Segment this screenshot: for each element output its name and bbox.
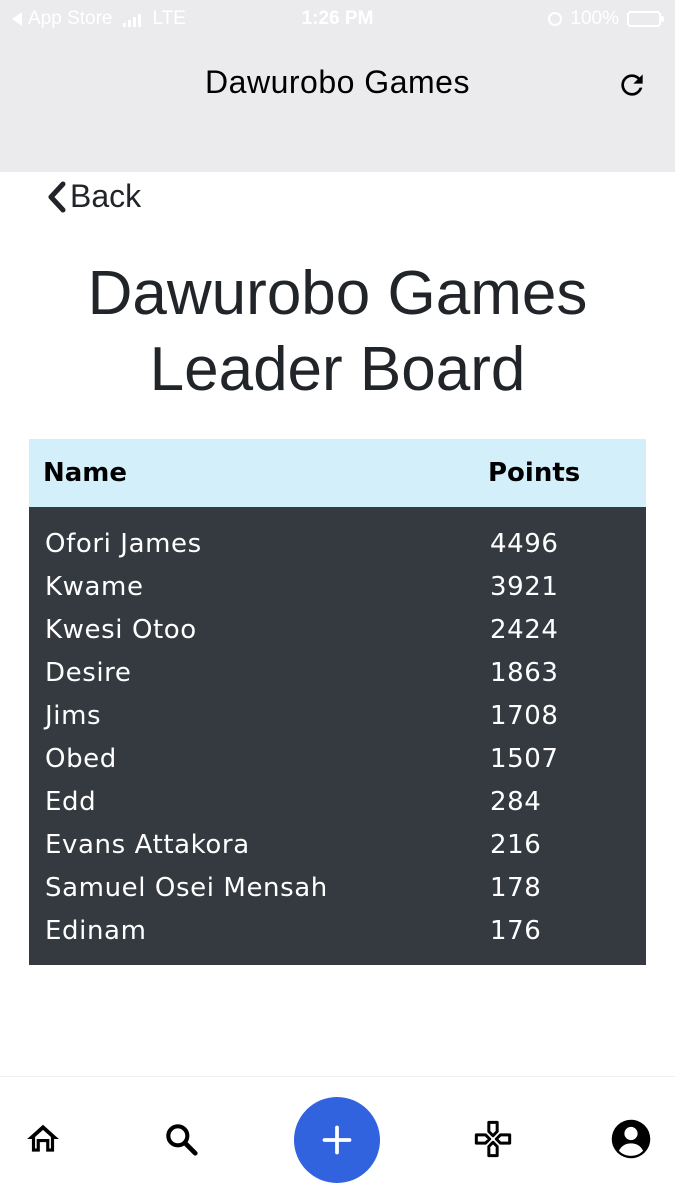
bottom-tab-bar <box>0 1076 675 1201</box>
player-points: 176 <box>490 915 542 946</box>
refresh-icon <box>621 74 643 96</box>
table-row: Edinam 176 <box>29 909 646 965</box>
home-icon <box>27 1124 59 1152</box>
leaderboard-table: Name Points Ofori James 4496 Kwame 3921 Kw… <box>29 439 646 965</box>
table-header-row: Name Points <box>29 439 646 507</box>
page-title-line-2: Leader Board <box>149 335 526 404</box>
status-right: 100% <box>548 8 664 30</box>
tab-account[interactable] <box>609 1117 653 1161</box>
search-icon <box>166 1124 198 1156</box>
tab-games[interactable] <box>471 1117 515 1161</box>
player-points: 284 <box>490 786 542 817</box>
battery-icon <box>627 11 664 27</box>
refresh-button[interactable] <box>615 68 649 102</box>
player-points: 1708 <box>490 700 559 731</box>
player-name: Desire <box>45 657 132 688</box>
orientation-lock-icon <box>548 12 563 26</box>
player-name: Jims <box>45 700 102 731</box>
page-title: Dawurobo Games Leader Board <box>0 256 675 408</box>
table-row: Desire 1863 <box>29 651 646 694</box>
player-name: Kwesi Otoo <box>45 614 197 645</box>
player-name: Evans Attakora <box>45 829 250 860</box>
back-label: Back <box>70 178 142 214</box>
player-points: 216 <box>490 829 542 860</box>
tab-home[interactable] <box>21 1117 65 1161</box>
tab-search[interactable] <box>159 1117 203 1161</box>
player-points: 178 <box>490 872 542 903</box>
battery-percent: 100% <box>570 8 619 29</box>
player-name: Edd <box>45 786 97 817</box>
gamepad-icon <box>474 1120 512 1158</box>
column-header-points: Points <box>488 458 581 488</box>
player-points: 2424 <box>490 614 559 645</box>
app-title: Dawurobo Games <box>205 64 470 100</box>
player-points: 1507 <box>490 743 559 774</box>
player-name: Ofori James <box>45 528 202 559</box>
table-row: Edd 284 <box>29 780 646 823</box>
player-points: 1863 <box>490 657 559 688</box>
player-name: Obed <box>45 743 117 774</box>
table-row: Obed 1507 <box>29 737 646 780</box>
add-button[interactable] <box>294 1097 380 1183</box>
status-bar: App Store LTE 1:26 PM 100% <box>0 0 675 38</box>
table-row: Evans Attakora 216 <box>29 823 646 866</box>
table-row: Kwesi Otoo 2424 <box>29 608 646 651</box>
account-icon <box>611 1119 651 1159</box>
add-icon <box>322 1125 352 1155</box>
table-row: Jims 1708 <box>29 694 646 737</box>
player-points: 3921 <box>490 571 559 602</box>
column-header-name: Name <box>43 458 128 488</box>
back-button[interactable]: Back <box>46 178 141 215</box>
table-row: Samuel Osei Mensah 178 <box>29 866 646 909</box>
player-name: Samuel Osei Mensah <box>45 872 328 903</box>
player-name: Edinam <box>45 915 147 946</box>
page-title-line-1: Dawurobo Games <box>87 259 588 328</box>
chevron-left-icon <box>48 181 66 212</box>
table-row: Ofori James 4496 <box>29 507 646 565</box>
app-header: App Store LTE 1:26 PM 100% Dawurobo Game… <box>0 0 675 172</box>
player-points: 4496 <box>490 528 559 559</box>
player-name: Kwame <box>45 571 144 602</box>
table-row: Kwame 3921 <box>29 565 646 608</box>
